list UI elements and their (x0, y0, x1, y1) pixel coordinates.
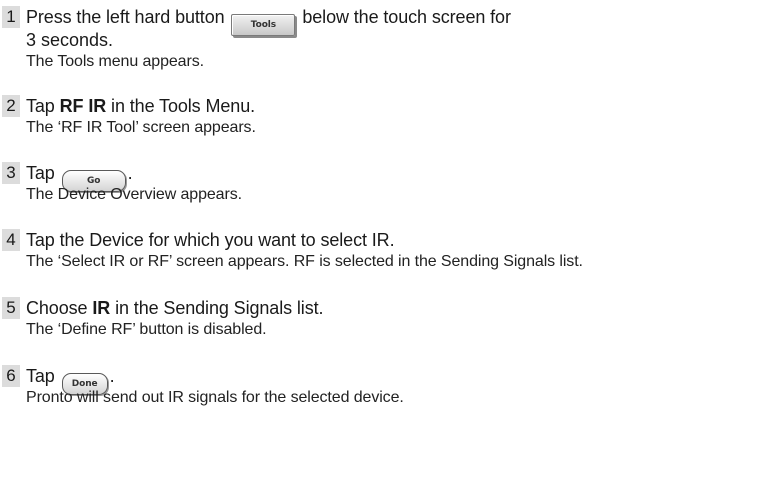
step-instruction: Choose IR in the Sending Signals list. (26, 298, 324, 318)
step-number: 3 (2, 162, 20, 184)
step-description: The Tools menu appears. (26, 53, 204, 70)
step-number: 2 (2, 95, 20, 117)
step-instruction-continued: 3 seconds. (26, 30, 114, 50)
tools-button-icon: Tools (231, 14, 296, 36)
step-description: The Device Overview appears. (26, 186, 242, 203)
step-number: 4 (2, 229, 20, 251)
step-description: Pronto will send out IR signals for the … (26, 389, 404, 406)
step-description: The ‘Define RF’ button is disabled. (26, 321, 267, 338)
step-number: 1 (2, 6, 20, 28)
step-number: 5 (2, 297, 20, 319)
step-description: The ‘Select IR or RF’ screen appears. RF… (26, 253, 583, 270)
step-number: 6 (2, 365, 20, 387)
step-instruction: Tap RF IR in the Tools Menu. (26, 96, 256, 116)
step-description: The ‘RF IR Tool’ screen appears. (26, 119, 256, 136)
step-instruction: Tap the Device for which you want to sel… (26, 230, 395, 250)
